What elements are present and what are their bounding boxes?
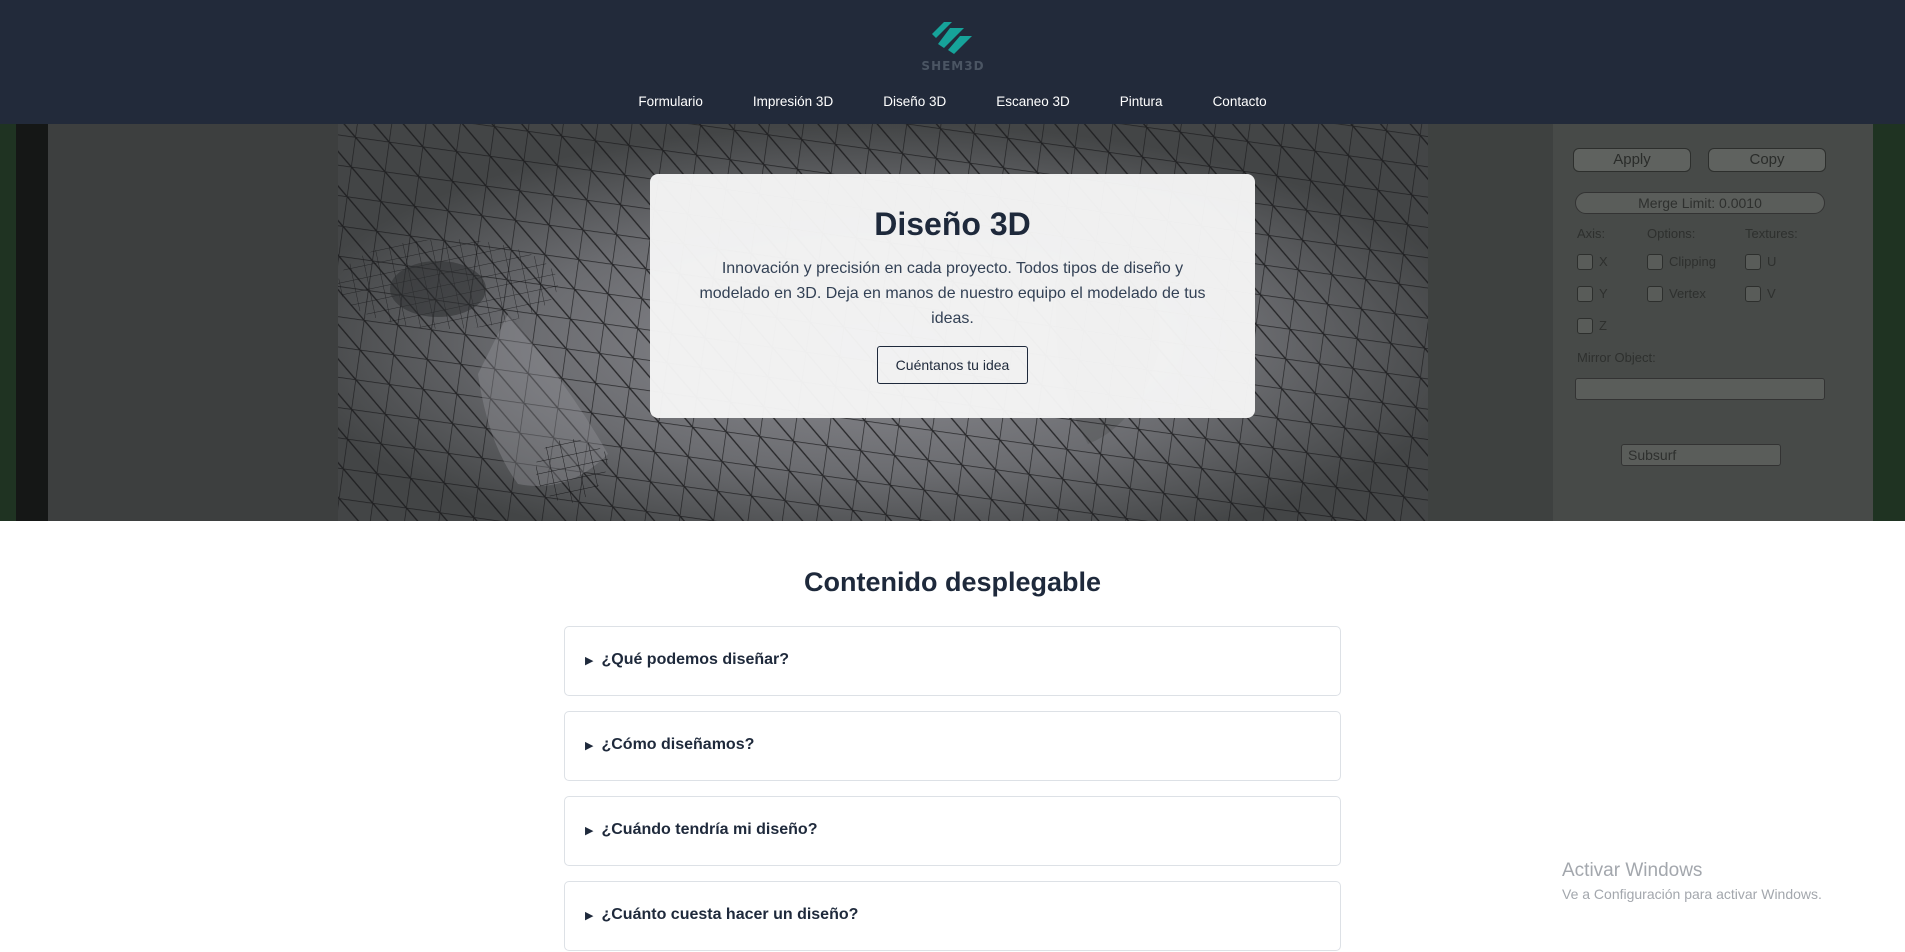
hero-card: Diseño 3D Innovación y precisión en cada… xyxy=(650,174,1255,418)
disclosure-triangle-icon: ▶ xyxy=(585,739,594,752)
panel-y-label: Y xyxy=(1599,286,1608,301)
panel-axis-label: Axis: xyxy=(1577,226,1606,241)
panel-u-label: U xyxy=(1767,254,1777,269)
nav-item-pintura[interactable]: Pintura xyxy=(1095,93,1188,111)
panel-check-vertex xyxy=(1647,286,1663,302)
panel-mirror-field xyxy=(1575,378,1825,400)
accordion-item[interactable]: ▶ ¿Cuándo tendría mi diseño? xyxy=(564,796,1341,866)
panel-z-label: Z xyxy=(1599,318,1607,333)
nav-item-contacto[interactable]: Contacto xyxy=(1188,93,1292,111)
panel-x-label: X xyxy=(1599,254,1608,269)
accordion-summary[interactable]: ▶ ¿Qué podemos diseñar? xyxy=(585,651,789,669)
panel-check-x xyxy=(1577,254,1593,270)
disclosure-triangle-icon: ▶ xyxy=(585,654,594,667)
modifier-panel-image: Apply Copy Merge Limit: 0.0010 Axis: Opt… xyxy=(1553,124,1873,521)
brand-name: SHEM3D xyxy=(921,59,985,73)
accordion-question: ¿Qué podemos diseñar? xyxy=(601,651,790,668)
panel-check-clipping xyxy=(1647,254,1663,270)
page-title: Diseño 3D xyxy=(874,206,1031,242)
hero-right-edge xyxy=(1873,124,1905,521)
panel-merge-limit: Merge Limit: 0.0010 xyxy=(1575,192,1825,214)
accordion-item[interactable]: ▶ ¿Cómo diseñamos? xyxy=(564,711,1341,781)
panel-clipping-label: Clipping xyxy=(1669,254,1716,269)
disclosure-triangle-icon: ▶ xyxy=(585,909,594,922)
hero-left-strip xyxy=(16,124,48,521)
panel-subsurf-field: Subsurf xyxy=(1621,444,1781,466)
panel-copy: Copy xyxy=(1708,148,1826,172)
panel-check-v xyxy=(1745,286,1761,302)
accordion-question: ¿Cómo diseñamos? xyxy=(601,736,755,753)
panel-apply: Apply xyxy=(1573,148,1691,172)
accordion-question: ¿Cuánto cuesta hacer un diseño? xyxy=(601,906,859,923)
cta-button[interactable]: Cuéntanos tu idea xyxy=(876,346,1029,384)
watermark-title: Activar Windows xyxy=(1562,860,1703,881)
accordion-item[interactable]: ▶ ¿Qué podemos diseñar? xyxy=(564,626,1341,696)
logo-mark-icon xyxy=(932,22,972,54)
nav-item-escaneo-3d[interactable]: Escaneo 3D xyxy=(971,93,1095,111)
nav-item-formulario[interactable]: Formulario xyxy=(613,93,728,111)
panel-check-u xyxy=(1745,254,1761,270)
accordion-summary[interactable]: ▶ ¿Cuánto cuesta hacer un diseño? xyxy=(585,906,858,924)
panel-mirror-label: Mirror Object: xyxy=(1577,350,1656,365)
panel-check-y xyxy=(1577,286,1593,302)
panel-options-label: Options: xyxy=(1647,226,1696,241)
disclosure-triangle-icon: ▶ xyxy=(585,824,594,837)
accordion-summary[interactable]: ▶ ¿Cuándo tendría mi diseño? xyxy=(585,821,817,839)
panel-vertex-label: Vertex xyxy=(1669,286,1706,301)
faq-title: Contenido desplegable xyxy=(803,567,1102,597)
brand-logo[interactable]: SHEM3D xyxy=(919,18,987,80)
watermark-subtitle: Ve a Configuración para activar Windows. xyxy=(1562,886,1822,902)
windows-activation-watermark: Activar Windows Ve a Configuración para … xyxy=(1562,859,1822,903)
panel-textures-label: Textures: xyxy=(1745,226,1798,241)
site-header: SHEM3D Formulario Impresión 3D Diseño 3D… xyxy=(0,0,1905,124)
nav-item-diseno-3d[interactable]: Diseño 3D xyxy=(858,93,971,111)
hero-left-edge xyxy=(0,124,16,521)
nav-item-impresion-3d[interactable]: Impresión 3D xyxy=(728,93,858,111)
accordion-item[interactable]: ▶ ¿Cuánto cuesta hacer un diseño? xyxy=(564,881,1341,951)
hero-description: Innovación y precisión en cada proyecto.… xyxy=(699,260,1206,327)
panel-check-z xyxy=(1577,318,1593,334)
main-nav: Formulario Impresión 3D Diseño 3D Escane… xyxy=(0,93,1905,111)
accordion-summary[interactable]: ▶ ¿Cómo diseñamos? xyxy=(585,736,754,754)
accordion-question: ¿Cuándo tendría mi diseño? xyxy=(601,821,818,838)
panel-v-label: V xyxy=(1767,286,1776,301)
